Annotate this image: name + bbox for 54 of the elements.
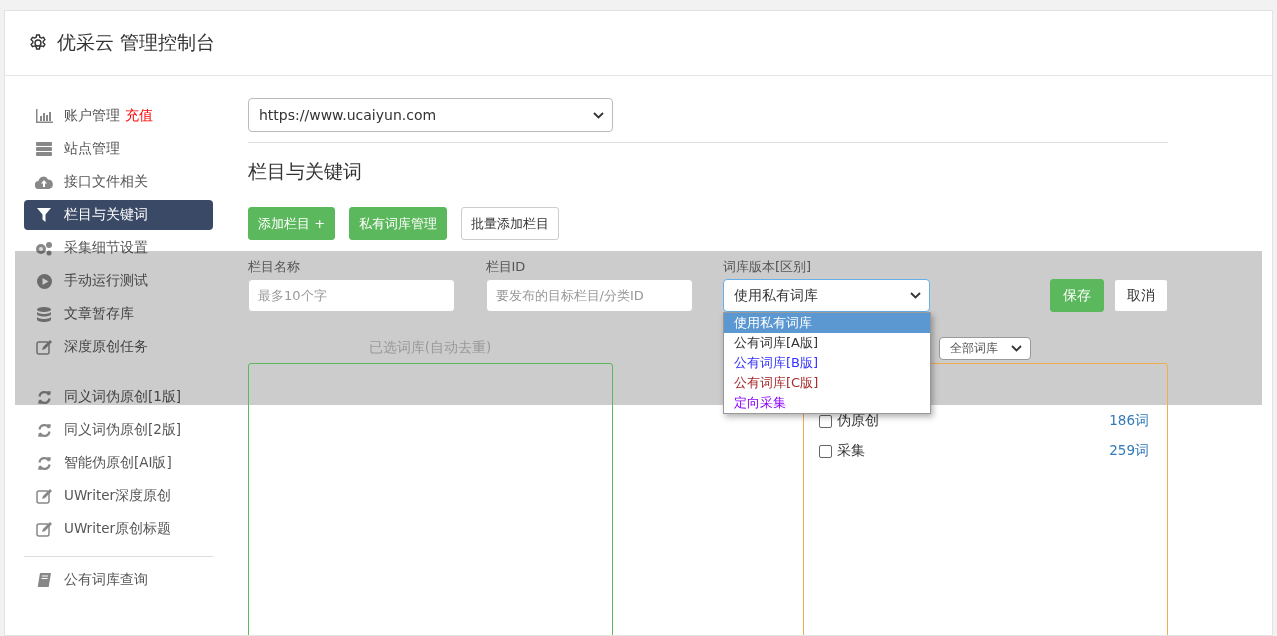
word-count: 259词 [1109,442,1149,460]
input-field[interactable]: 最多10个字 [248,279,455,312]
sidebar-item[interactable]: UWriter深度原创 [24,481,213,511]
site-select[interactable]: https://www.ucaiyun.com [248,98,613,132]
recharge-link[interactable]: 充值 [125,107,153,125]
sidebar-item[interactable]: 深度原创任务 [24,332,213,362]
field-label: 栏目名称 [248,258,301,276]
edit-icon [36,488,52,504]
checkbox[interactable] [819,444,832,458]
sidebar-item[interactable]: 采集细节设置 [24,233,213,263]
library-name: 采集 [837,442,865,460]
server-icon [36,142,52,156]
input-field[interactable]: 要发布的目标栏目/分类ID [485,279,693,312]
sidebar-item[interactable]: 文章暂存库 [24,299,213,329]
word-count: 186词 [1109,412,1149,430]
sidebar-item[interactable]: UWriter原创标题 [24,514,213,544]
library-name: 伪原创 [837,412,879,430]
edit-icon [36,521,52,537]
dropdown-option[interactable]: 公有词库[A版] [724,333,930,353]
refresh-icon [36,422,52,438]
sidebar-item[interactable]: 站点管理 [24,134,213,164]
bar-chart-icon [35,109,53,123]
sidebar-item[interactable]: 接口文件相关 [24,167,213,197]
sidebar-item[interactable]: 同义词伪原创[2版] [24,415,213,445]
field-label: 词库版本[区别] [723,258,813,276]
dropdown-option[interactable]: 定向采集 [724,393,930,413]
dropdown-option[interactable]: 公有词库[B版] [724,353,930,373]
database-icon [37,306,51,322]
edit-icon [36,339,52,355]
refresh-icon [36,389,52,405]
app-title: 优采云 管理控制台 [57,30,216,55]
sidebar-item[interactable]: 栏目与关键词 [24,200,213,230]
sidebar-item[interactable]: 智能伪原创[AI版] [24,448,213,478]
settings-icon [29,34,47,52]
section-title: 栏目与关键词 [248,159,363,184]
field-label: 栏目ID [485,258,527,276]
cloud-upload-icon [35,175,53,189]
sidebar-item[interactable]: 手动运行测试 [24,266,213,296]
sidebar-item[interactable]: 账户管理 充值 [24,101,213,131]
sidebar-item[interactable]: 公有词库查询 [24,565,213,595]
sidebar-item[interactable]: 同义词伪原创[1版] [24,382,213,412]
filter-icon [37,208,51,222]
chevron-down-icon [1011,344,1022,352]
gears-icon [35,240,53,256]
dropdown-option[interactable]: 公有词库[C版] [724,373,930,393]
library-filter-select[interactable]: 全部词库 [939,336,1031,360]
version-select[interactable]: 使用私有词库 [723,279,930,312]
chevron-down-icon [593,111,604,119]
book-icon [37,572,51,588]
refresh-icon [36,455,52,471]
chevron-down-icon [910,292,921,299]
play-icon [36,273,52,289]
cancel-button[interactable]: 取消 [1114,279,1168,312]
action-button[interactable]: 批量添加栏目 [461,207,560,240]
